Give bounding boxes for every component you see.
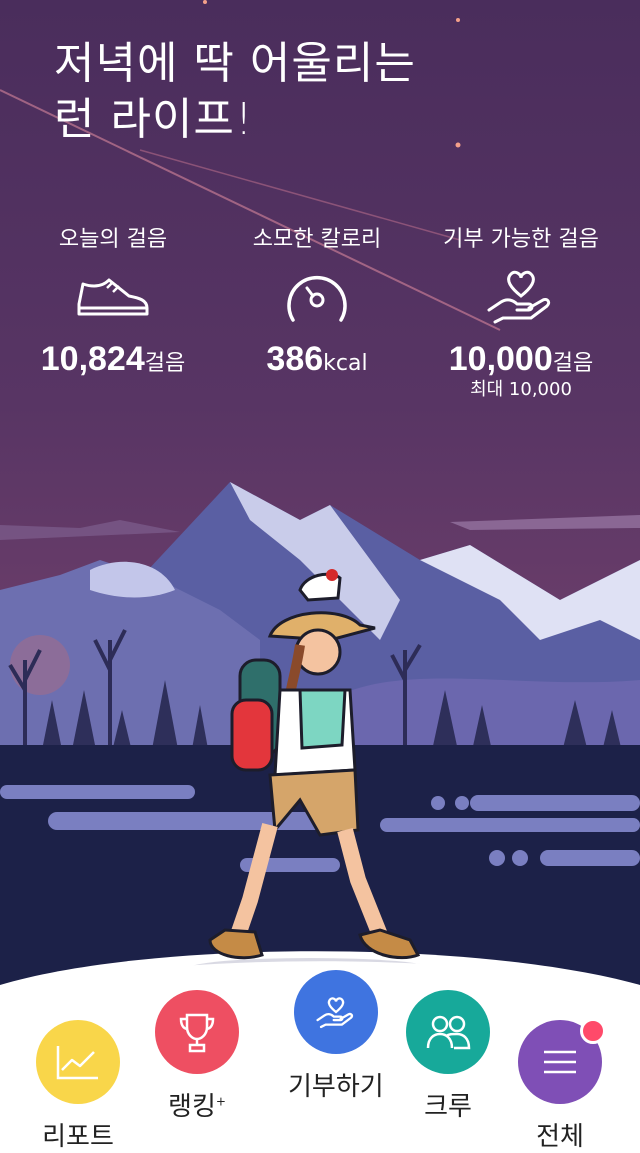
headline-line-2: 런 라이프! bbox=[54, 94, 254, 145]
nav-report-label: 리포트 bbox=[42, 1122, 114, 1152]
heart-hand-icon bbox=[487, 270, 551, 324]
stat-value: 10,000 bbox=[448, 340, 553, 378]
headline-line-1: 저녁에 딱 어울리는 bbox=[54, 38, 416, 89]
stat-today-steps[interactable]: 오늘의 걸음 10,824걸음 bbox=[8, 226, 218, 379]
stat-sub: 최대 10,000 bbox=[470, 379, 572, 400]
nav-donate-circle[interactable] bbox=[293, 970, 378, 1054]
star bbox=[455, 142, 461, 148]
moon bbox=[10, 635, 70, 695]
nav-ranking[interactable]: 랭킹+ bbox=[155, 990, 239, 1123]
stat-label: 소모한 칼로리 bbox=[252, 227, 382, 252]
nav-crew-label: 크루 bbox=[424, 1092, 472, 1122]
nav-donate[interactable]: 기부하기 bbox=[288, 970, 384, 1103]
notification-dot bbox=[580, 1018, 606, 1044]
stat-label: 오늘의 걸음 bbox=[58, 227, 168, 252]
nav-report[interactable]: 리포트 bbox=[36, 1020, 120, 1153]
trophy-icon bbox=[179, 1013, 215, 1053]
chart-icon bbox=[56, 1046, 98, 1080]
stat-unit: 걸음 bbox=[144, 351, 186, 376]
stat-unit: 걸음 bbox=[552, 351, 594, 376]
people-icon bbox=[426, 1015, 471, 1050]
nav-report-circle[interactable] bbox=[36, 1020, 120, 1104]
nav-crew-circle[interactable] bbox=[406, 990, 490, 1074]
app-screen: 저녁에 딱 어울리는 런 라이프! 오늘의 걸음 10,824걸음 소모한 칼로… bbox=[0, 0, 640, 1153]
stat-label: 기부 가능한 걸음 bbox=[443, 227, 599, 252]
heart-hand-icon bbox=[316, 997, 353, 1029]
nav-crew[interactable]: 크루 bbox=[406, 990, 490, 1123]
star bbox=[203, 0, 207, 4]
stat-value: 10,824 bbox=[40, 340, 145, 378]
stat-calories[interactable]: 소모한 칼로리 386kcal bbox=[212, 226, 422, 379]
nav-ranking-circle[interactable] bbox=[155, 990, 239, 1074]
sneaker-icon bbox=[77, 278, 149, 316]
stat-unit: kcal bbox=[323, 351, 368, 376]
headline: 저녁에 딱 어울리는 런 라이프! bbox=[54, 36, 416, 148]
stat-value: 386 bbox=[266, 340, 324, 378]
nav-all[interactable]: 전체 bbox=[518, 1018, 606, 1153]
nav-ranking-label: 랭킹 bbox=[168, 1092, 216, 1122]
nav-all-label: 전체 bbox=[536, 1122, 584, 1152]
gauge-icon bbox=[287, 275, 347, 322]
stat-donatable-steps[interactable]: 기부 가능한 걸음 10,000걸음 최대 10,000 bbox=[416, 226, 626, 401]
nav-donate-label: 기부하기 bbox=[288, 1072, 384, 1102]
nav-ranking-plus: + bbox=[215, 1094, 226, 1109]
menu-icon bbox=[544, 1050, 576, 1074]
star bbox=[456, 18, 460, 22]
